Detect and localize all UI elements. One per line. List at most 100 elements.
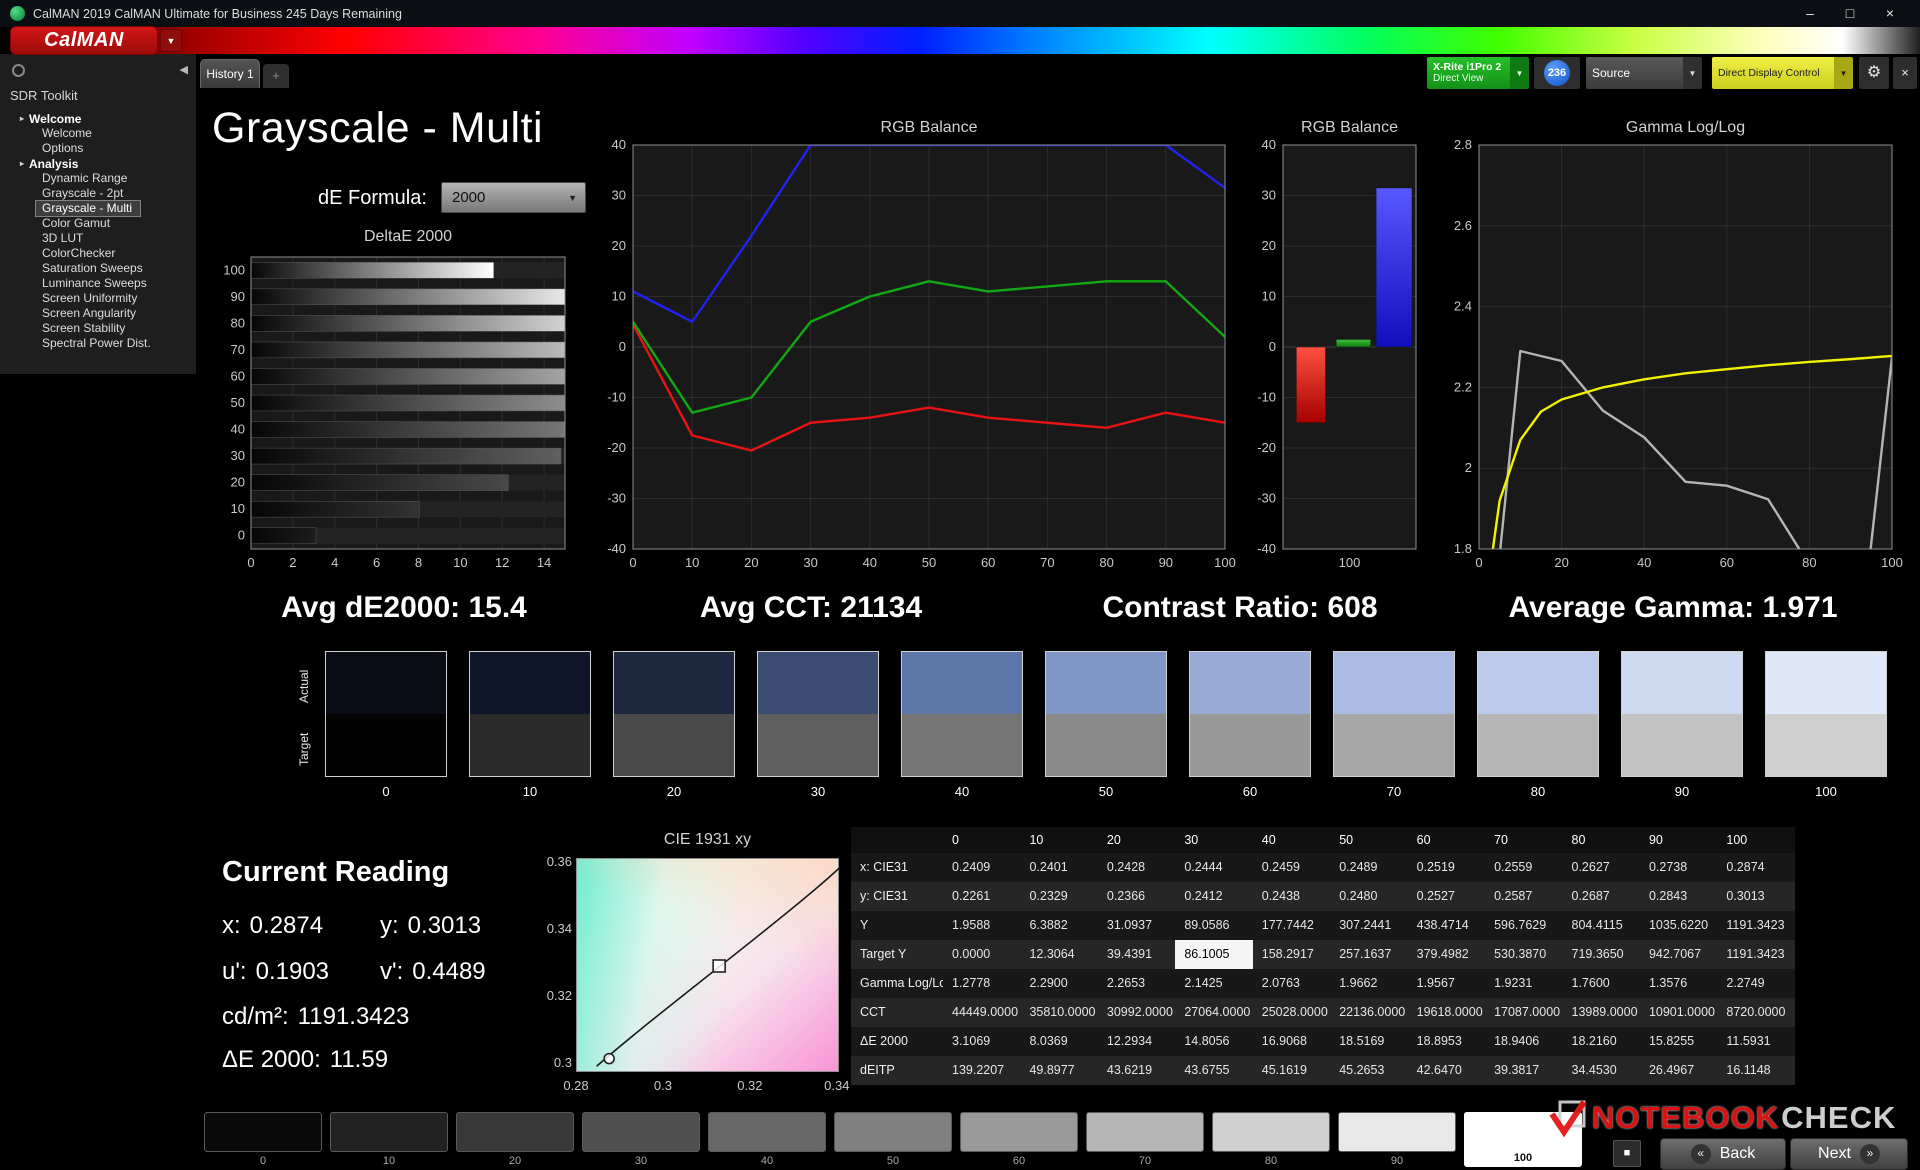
table-cell[interactable]: 307.2441	[1330, 911, 1407, 940]
sidebar-item-grayscale-2pt[interactable]: Grayscale - 2pt	[42, 186, 129, 201]
table-cell[interactable]: 34.4530	[1563, 1056, 1640, 1085]
sidebar-item-screen-stability[interactable]: Screen Stability	[42, 321, 131, 336]
level-button-40[interactable]: 40	[708, 1112, 826, 1167]
level-button-70[interactable]: 70	[1086, 1112, 1204, 1167]
sidebar-section-analysis[interactable]: ▸Analysis	[0, 156, 196, 171]
minimize-button[interactable]: –	[1790, 0, 1830, 27]
sidebar-section-welcome[interactable]: ▸Welcome	[0, 111, 196, 126]
table-cell[interactable]: 25028.0000	[1253, 998, 1330, 1027]
table-cell[interactable]: 49.8977	[1020, 1056, 1097, 1085]
table-cell[interactable]: 18.8953	[1408, 1027, 1485, 1056]
table-cell[interactable]: 804.4115	[1563, 911, 1640, 940]
close-button[interactable]: ×	[1870, 0, 1910, 27]
session-record-icon[interactable]	[12, 64, 25, 77]
table-cell[interactable]: 438.4714	[1408, 911, 1485, 940]
table-cell[interactable]: 0.3013	[1717, 882, 1794, 911]
sidebar-item-options[interactable]: Options	[42, 141, 89, 156]
settings-gear-button[interactable]: ⚙	[1859, 57, 1889, 89]
table-cell[interactable]: 0.2444	[1175, 853, 1252, 882]
table-cell[interactable]: 0.2687	[1563, 882, 1640, 911]
table-cell[interactable]: 0.2527	[1408, 882, 1485, 911]
level-button-20[interactable]: 20	[456, 1112, 574, 1167]
de-formula-dropdown[interactable]: 2000 ▼	[441, 182, 586, 213]
table-cell[interactable]: 0.2559	[1485, 853, 1562, 882]
sidebar-item-grayscale-multi[interactable]: Grayscale - Multi	[36, 201, 140, 216]
table-cell[interactable]: 2.1425	[1175, 969, 1252, 998]
table-cell[interactable]: 0.2409	[943, 853, 1020, 882]
table-cell[interactable]: 0.2261	[943, 882, 1020, 911]
table-cell[interactable]: 596.7629	[1485, 911, 1562, 940]
table-cell[interactable]: 39.4391	[1098, 940, 1175, 969]
table-cell[interactable]: 30992.0000	[1098, 998, 1175, 1027]
table-cell[interactable]: 1.9588	[943, 911, 1020, 940]
sidebar-item-colorchecker[interactable]: ColorChecker	[42, 246, 121, 261]
table-cell[interactable]: 1.9231	[1485, 969, 1562, 998]
table-cell[interactable]: 0.2412	[1175, 882, 1252, 911]
table-cell[interactable]: 0.2459	[1253, 853, 1330, 882]
table-cell[interactable]: 31.0937	[1098, 911, 1175, 940]
table-cell[interactable]: 0.2480	[1330, 882, 1407, 911]
level-button-30[interactable]: 30	[582, 1112, 700, 1167]
table-cell[interactable]: 26.4967	[1640, 1056, 1717, 1085]
table-cell[interactable]: 2.2900	[1020, 969, 1097, 998]
table-cell[interactable]: 10901.0000	[1640, 998, 1717, 1027]
level-button-80[interactable]: 80	[1212, 1112, 1330, 1167]
table-cell[interactable]: 13989.0000	[1563, 998, 1640, 1027]
new-history-tab-button[interactable]: +	[263, 64, 289, 88]
table-cell[interactable]: 0.2738	[1640, 853, 1717, 882]
sidebar-item-screen-uniformity[interactable]: Screen Uniformity	[42, 291, 143, 306]
sidebar-item-color-gamut[interactable]: Color Gamut	[42, 216, 116, 231]
level-button-90[interactable]: 90	[1338, 1112, 1456, 1167]
back-button[interactable]: « Back	[1660, 1138, 1786, 1170]
table-cell[interactable]: 1.3576	[1640, 969, 1717, 998]
sidebar-item-welcome[interactable]: Welcome	[42, 126, 98, 141]
logo-menu-button[interactable]: ▼	[160, 29, 182, 52]
table-cell[interactable]: 158.2917	[1253, 940, 1330, 969]
table-cell[interactable]: 44449.0000	[943, 998, 1020, 1027]
table-cell[interactable]: 18.9406	[1485, 1027, 1562, 1056]
sidebar-item-luminance-sweeps[interactable]: Luminance Sweeps	[42, 276, 153, 291]
table-cell[interactable]: 1.2778	[943, 969, 1020, 998]
table-cell[interactable]: 39.3817	[1485, 1056, 1562, 1085]
table-cell[interactable]: 17087.0000	[1485, 998, 1562, 1027]
table-cell[interactable]: 2.2749	[1717, 969, 1794, 998]
table-cell[interactable]: 719.3650	[1563, 940, 1640, 969]
table-cell[interactable]: 0.2438	[1253, 882, 1330, 911]
table-cell[interactable]: 8.0369	[1020, 1027, 1097, 1056]
source-dropdown[interactable]: Source ▼	[1586, 57, 1702, 89]
table-cell[interactable]: 0.2428	[1098, 853, 1175, 882]
table-cell[interactable]: 8720.0000	[1717, 998, 1794, 1027]
table-cell[interactable]: 177.7442	[1253, 911, 1330, 940]
table-cell[interactable]: 0.2519	[1408, 853, 1485, 882]
display-control-dropdown[interactable]: Direct Display Control ▼	[1712, 57, 1853, 89]
meter-dropdown[interactable]: X-Rite i1Pro 2 Direct View ▼	[1427, 57, 1529, 89]
table-cell[interactable]: 89.0586	[1175, 911, 1252, 940]
level-button-0[interactable]: 0	[204, 1112, 322, 1167]
table-cell[interactable]: 14.8056	[1175, 1027, 1252, 1056]
sidebar-item-screen-angularity[interactable]: Screen Angularity	[42, 306, 142, 321]
tab-history-1[interactable]: History 1	[200, 59, 260, 88]
table-cell[interactable]: 257.1637	[1330, 940, 1407, 969]
table-cell[interactable]: 16.1148	[1717, 1056, 1794, 1085]
table-cell[interactable]: 19618.0000	[1408, 998, 1485, 1027]
table-cell[interactable]: 2.0763	[1253, 969, 1330, 998]
table-cell[interactable]: 379.4982	[1408, 940, 1485, 969]
table-cell[interactable]: 0.2843	[1640, 882, 1717, 911]
table-cell[interactable]: 1191.3423	[1717, 911, 1794, 940]
table-cell[interactable]: 12.3064	[1020, 940, 1097, 969]
table-cell[interactable]: 530.3870	[1485, 940, 1562, 969]
table-cell[interactable]: 0.2366	[1098, 882, 1175, 911]
table-cell[interactable]: 3.1069	[943, 1027, 1020, 1056]
sidebar-collapse-button[interactable]: ◀	[180, 63, 188, 76]
table-cell[interactable]: 1035.6220	[1640, 911, 1717, 940]
table-cell[interactable]: 45.1619	[1253, 1056, 1330, 1085]
table-cell[interactable]: 86.1005	[1175, 940, 1252, 969]
table-cell[interactable]: 139.2207	[943, 1056, 1020, 1085]
table-cell[interactable]: 43.6755	[1175, 1056, 1252, 1085]
stop-button[interactable]: ■	[1613, 1140, 1641, 1167]
table-cell[interactable]: 1.9567	[1408, 969, 1485, 998]
sidebar-item-spectral-power-dist[interactable]: Spectral Power Dist.	[42, 336, 157, 351]
level-button-60[interactable]: 60	[960, 1112, 1078, 1167]
table-cell[interactable]: 0.2874	[1717, 853, 1794, 882]
table-cell[interactable]: 42.6470	[1408, 1056, 1485, 1085]
